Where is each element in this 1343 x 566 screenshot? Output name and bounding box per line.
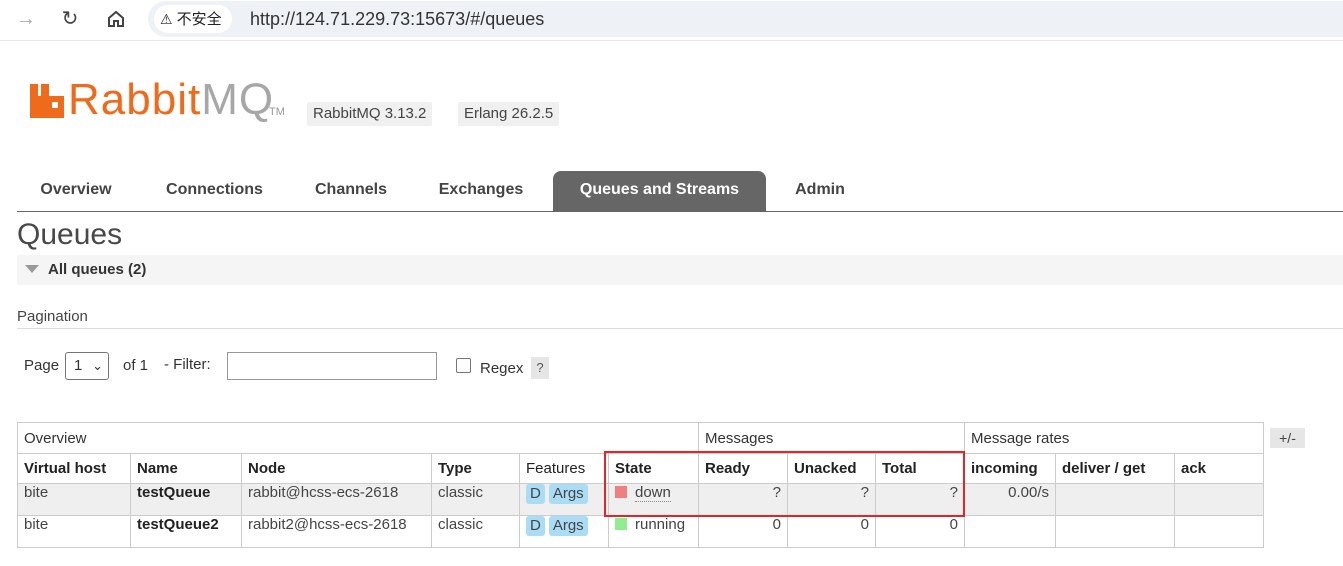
tab-admin[interactable]: Admin [773,171,867,211]
page-title: Queues [17,218,123,251]
col-virtual-host[interactable]: Virtual host [17,453,131,484]
logo-wordmark: RabbitMQ [68,76,274,124]
col-ack[interactable]: ack [1174,453,1264,484]
group-messages: Messages [698,422,965,454]
logo-tm: TM [269,106,285,118]
cell-node: rabbit@hcss-ecs-2618 [241,483,432,516]
cell-deliver-get [1055,483,1175,516]
divider [17,328,1343,329]
group-message-rates: Message rates [964,422,1264,454]
rabbit-logo-icon [30,84,64,118]
table-row: bite testQueue2 rabbit2@hcss-ecs-2618 cl… [17,515,1264,548]
state-running-icon [615,518,627,530]
cell-ready: 0 [698,515,788,548]
address-bar[interactable]: ⚠ 不安全 http://124.71.229.73:15673/#/queues [148,1,1343,37]
filter-input[interactable] [227,352,437,380]
cell-unacked: 0 [787,515,876,548]
cell-incoming: 0.00/s [964,483,1056,516]
cell-ack [1174,483,1264,516]
logo-rabbit-text: Rabbit [68,75,202,124]
col-incoming[interactable]: incoming [964,453,1056,484]
cell-deliver-get [1055,515,1175,548]
erlang-version-badge: Erlang 26.2.5 [458,102,560,126]
security-label: 不安全 [176,11,222,28]
state-label: running [635,516,686,533]
cell-ack [1174,515,1264,548]
url-text[interactable]: http://124.71.229.73:15673/#/queues [250,7,544,31]
cell-vhost: bite [17,515,131,548]
feature-durable-badge: D [526,484,545,504]
rabbitmq-version-badge: RabbitMQ 3.13.2 [307,102,433,126]
regex-help-button[interactable]: ? [531,357,549,379]
security-chip[interactable]: ⚠ 不安全 [154,5,232,33]
col-node[interactable]: Node [241,453,432,484]
all-queues-section-toggle[interactable]: All queues (2) [17,255,1343,285]
group-overview: Overview [17,422,699,454]
column-toggle-button[interactable]: +/- [1270,428,1305,448]
page-count-label: of 1 [123,357,149,374]
col-name[interactable]: Name [130,453,242,484]
cell-type: classic [431,483,520,516]
tab-connections[interactable]: Connections [143,171,286,211]
collapse-triangle-icon [25,265,39,273]
tab-exchanges[interactable]: Exchanges [416,171,546,211]
cell-incoming [964,515,1056,548]
queue-name-link[interactable]: testQueue [130,483,242,516]
feature-durable-badge: D [526,516,545,536]
page-select[interactable]: 1 ⌄ [65,352,109,380]
cell-vhost: bite [17,483,131,516]
cell-state: running [608,515,699,548]
tab-overview[interactable]: Overview [17,171,135,211]
filter-label: - Filter: [164,356,211,373]
pagination-heading: Pagination [17,308,88,325]
logo-mq-text: MQ [201,75,275,124]
tab-queues-and-streams[interactable]: Queues and Streams [553,171,766,211]
main-tabs: Overview Connections Channels Exchanges … [17,171,1343,212]
cell-node: rabbit2@hcss-ecs-2618 [241,515,432,548]
queue-name-link[interactable]: testQueue2 [130,515,242,548]
regex-label: Regex [480,360,524,377]
browser-toolbar: → ↻ ⚠ 不安全 http://124.71.229.73:15673/#/qu… [0,0,1343,41]
section-label: All queues (2) [48,261,147,278]
warning-icon: ⚠ [160,11,173,27]
page-label: Page [24,357,60,374]
col-features: Features [519,453,609,484]
reload-icon[interactable]: ↻ [56,6,84,32]
chevron-down-icon: ⌄ [92,358,103,373]
highlight-box [604,451,965,517]
home-icon[interactable] [102,6,130,32]
cell-features: D Args [519,483,609,516]
forward-icon[interactable]: → [12,6,40,32]
feature-args-badge: Args [548,516,588,536]
regex-checkbox[interactable] [456,358,471,373]
col-type[interactable]: Type [431,453,520,484]
tab-channels[interactable]: Channels [293,171,409,211]
cell-features: D Args [519,515,609,548]
feature-args-badge: Args [548,484,588,504]
cell-type: classic [431,515,520,548]
cell-total: 0 [875,515,965,548]
page-select-value: 1 [74,357,83,374]
col-deliver-get[interactable]: deliver / get [1055,453,1175,484]
